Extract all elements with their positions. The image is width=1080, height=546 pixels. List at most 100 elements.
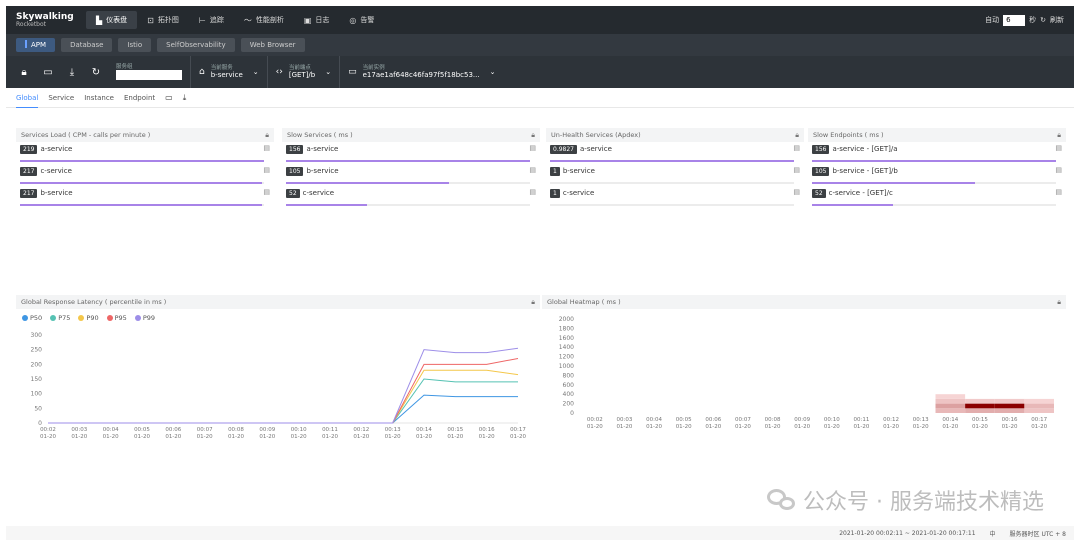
progress-bar <box>286 182 450 184</box>
page-tab-3[interactable]: Endpoint <box>124 88 155 108</box>
dashboard-tab-4[interactable]: Web Browser <box>240 38 305 52</box>
copy-icon[interactable]: ▤ <box>1055 144 1062 152</box>
nav-item-label: 拓扑图 <box>157 16 179 24</box>
current-instance-selector[interactable]: ▭ 当前实例 e17ae1af648c46fa97f5f18bc53... ⌄ <box>340 56 503 88</box>
lock-icon[interactable]: 🔒︎ <box>531 298 535 307</box>
progress-bar <box>20 204 262 206</box>
list-item[interactable]: 0.9827 a-service ▤ <box>546 142 804 164</box>
folder-icon[interactable]: ▭ <box>165 93 173 102</box>
lock-icon[interactable]: 🔒︎ <box>1057 298 1061 307</box>
item-name: c-service <box>40 167 72 175</box>
legend-item[interactable]: P75 <box>50 314 70 322</box>
page-tab-0[interactable]: Global <box>16 88 39 108</box>
x-tick-sublabel: 01-20 <box>479 434 495 440</box>
list-item[interactable]: 219 a-service ▤ <box>16 142 274 164</box>
current-instance-value: e17ae1af648c46fa97f5f18bc53... <box>362 71 480 80</box>
list-item[interactable]: 1 b-service ▤ <box>546 164 804 186</box>
download-icon[interactable]: ⤓ <box>60 67 84 78</box>
page-tab-2[interactable]: Instance <box>84 88 114 108</box>
x-tick-sublabel: 01-20 <box>259 434 275 440</box>
current-endpoint-selector[interactable]: ‹› 当前端点 [GET]/b ⌄ <box>268 56 341 88</box>
panel-title: Un-Health Services (Apdex) <box>551 131 641 139</box>
dashboard-tab-2[interactable]: Istio <box>118 38 152 52</box>
copy-icon[interactable]: ▤ <box>529 144 536 152</box>
current-instance-label: 当前实例 <box>362 64 385 71</box>
panel-title: Global Heatmap ( ms ) <box>547 298 621 306</box>
copy-icon[interactable]: ▤ <box>263 144 270 152</box>
chart-legend: P50 P75 P90 P95 P99 <box>16 309 540 327</box>
copy-icon[interactable]: ▤ <box>793 144 800 152</box>
y-tick-label: 0 <box>38 420 42 427</box>
copy-icon[interactable]: ▤ <box>529 166 536 174</box>
heatmap-cell <box>994 398 1025 404</box>
x-tick-label: 00:10 <box>824 417 840 423</box>
lock-icon[interactable]: 🔒︎ <box>265 131 269 140</box>
copy-icon[interactable]: ▤ <box>793 166 800 174</box>
dashboard-tab-0[interactable]: APM <box>16 38 56 52</box>
x-tick-sublabel: 01-20 <box>794 424 810 430</box>
legend-item[interactable]: P90 <box>78 314 99 322</box>
lock-icon[interactable]: 🔒︎ <box>795 131 799 140</box>
x-tick-label: 00:17 <box>510 427 526 433</box>
progress-bar <box>20 182 262 184</box>
nav-item-3[interactable]: 〜性能剖析 <box>234 6 294 34</box>
folder-icon[interactable]: ▭ <box>36 67 60 78</box>
x-tick-sublabel: 01-20 <box>228 434 244 440</box>
lock-icon[interactable]: 🔒︎ <box>1057 131 1061 140</box>
list-item[interactable]: 1 c-service ▤ <box>546 186 804 208</box>
nav-item-2[interactable]: ⊢ 追踪 <box>189 6 234 34</box>
copy-icon[interactable]: ▤ <box>1055 188 1062 196</box>
x-tick-sublabel: 01-20 <box>765 424 781 430</box>
item-name: b-service <box>306 167 339 175</box>
list-item[interactable]: 52 c-service - [GET]/c ▤ <box>808 186 1066 208</box>
copy-icon[interactable]: ▤ <box>263 166 270 174</box>
list-item[interactable]: 156 a-service ▤ <box>282 142 540 164</box>
list-item[interactable]: 156 a-service - [GET]/a ▤ <box>808 142 1066 164</box>
download-icon[interactable]: ⤓ <box>183 93 187 103</box>
copy-icon[interactable]: ▤ <box>263 188 270 196</box>
x-tick-label: 00:04 <box>646 417 662 423</box>
refresh-button[interactable]: 刷新 <box>1050 15 1064 25</box>
list-item[interactable]: 217 b-service ▤ <box>16 186 274 208</box>
lock-icon[interactable]: 🔒︎ <box>12 67 36 78</box>
language-toggle[interactable]: 中 <box>990 529 996 538</box>
nav-item-5[interactable]: ◎ 告警 <box>339 6 384 34</box>
list-item[interactable]: 105 b-service ▤ <box>282 164 540 186</box>
dashboard-tab-3[interactable]: SelfObservability <box>157 38 235 52</box>
nav-item-1[interactable]: ⊡ 拓扑图 <box>137 6 189 34</box>
list-item[interactable]: 217 c-service ▤ <box>16 164 274 186</box>
copy-icon[interactable]: ▤ <box>1055 166 1062 174</box>
nav-item-4[interactable]: ▣ 日志 <box>294 6 340 34</box>
x-tick-sublabel: 01-20 <box>883 424 899 430</box>
list-item[interactable]: 52 c-service ▤ <box>282 186 540 208</box>
legend-item[interactable]: P50 <box>22 314 42 322</box>
panel-unhealth-services: Un-Health Services (Apdex) 🔒︎ 0.9827 a-ser… <box>546 128 804 212</box>
current-endpoint-value: [GET]/b <box>288 71 316 80</box>
panel-title: Global Response Latency ( percentile in … <box>21 298 167 306</box>
copy-icon[interactable]: ▤ <box>529 188 536 196</box>
current-service-selector[interactable]: ⌂ 当前服务 b-service ⌄ <box>191 56 268 88</box>
list-item[interactable]: 105 b-service - [GET]/b ▤ <box>808 164 1066 186</box>
progress-bar <box>812 182 976 184</box>
reload-icon[interactable]: ↻ <box>84 67 108 78</box>
copy-icon[interactable]: ▤ <box>793 188 800 196</box>
x-tick-sublabel: 01-20 <box>824 424 840 430</box>
legend-item[interactable]: P95 <box>106 314 127 322</box>
watermark: 公众号 · 服务端技术精选 <box>767 484 1044 516</box>
page-tab-1[interactable]: Service <box>48 88 74 108</box>
service-group-input[interactable] <box>116 70 182 81</box>
panel-slow-services: Slow Services ( ms ) 🔒︎ 156 a-service ▤ 105 b… <box>282 128 540 212</box>
x-tick-label: 00:03 <box>71 427 87 433</box>
x-tick-label: 00:09 <box>794 417 810 423</box>
time-range[interactable]: 2021-01-20 00:02:11 ~ 2021-01-20 00:17:1… <box>839 530 975 537</box>
x-tick-sublabel: 01-20 <box>353 434 369 440</box>
legend-item[interactable]: P99 <box>134 314 155 322</box>
refresh-icon[interactable]: ↻ <box>1040 16 1046 24</box>
nav-item-0[interactable]: ▙ 仪表盘 <box>86 11 138 29</box>
x-tick-label: 00:07 <box>197 427 213 433</box>
service-group-selector[interactable]: 服务组 <box>108 56 191 88</box>
dashboard-tab-1[interactable]: Database <box>61 38 113 52</box>
lock-icon[interactable]: 🔒︎ <box>531 131 535 140</box>
refresh-interval-input[interactable]: 6 <box>1003 14 1026 26</box>
x-tick-label: 00:13 <box>913 417 929 423</box>
